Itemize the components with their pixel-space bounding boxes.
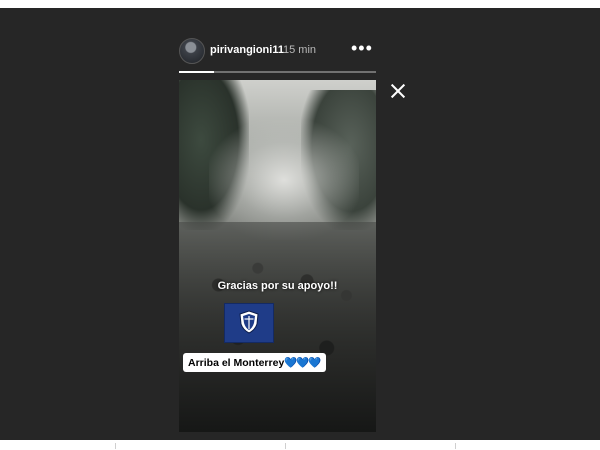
avatar[interactable] <box>179 38 205 64</box>
divider-mark <box>455 443 456 449</box>
story-caption-secondary: Arriba el Monterrey💙💙💙 <box>183 353 326 372</box>
story-progress-fill <box>179 71 215 73</box>
caption-secondary-text: Arriba el Monterrey <box>188 357 285 369</box>
monterrey-flag-sticker <box>224 303 274 343</box>
blue-heart-icons: 💙💙💙 <box>284 357 321 369</box>
story-image-crowd <box>179 222 376 432</box>
story-caption-primary: Gracias por su apoyo!! <box>217 280 338 292</box>
post-time: 15 min <box>283 44 317 56</box>
divider-mark <box>285 443 286 449</box>
divider-mark <box>115 443 116 449</box>
close-icon[interactable] <box>388 81 408 101</box>
story-media[interactable]: Gracias por su apoyo!! Arriba el Monterr… <box>179 80 376 432</box>
monterrey-crest-icon <box>239 310 259 334</box>
username[interactable]: pirivangioni11 <box>210 44 284 56</box>
story-progress-bar <box>179 71 376 73</box>
story-viewer: pirivangioni11 15 min ••• Gracias por su… <box>0 8 600 440</box>
more-options-icon[interactable]: ••• <box>351 39 373 57</box>
